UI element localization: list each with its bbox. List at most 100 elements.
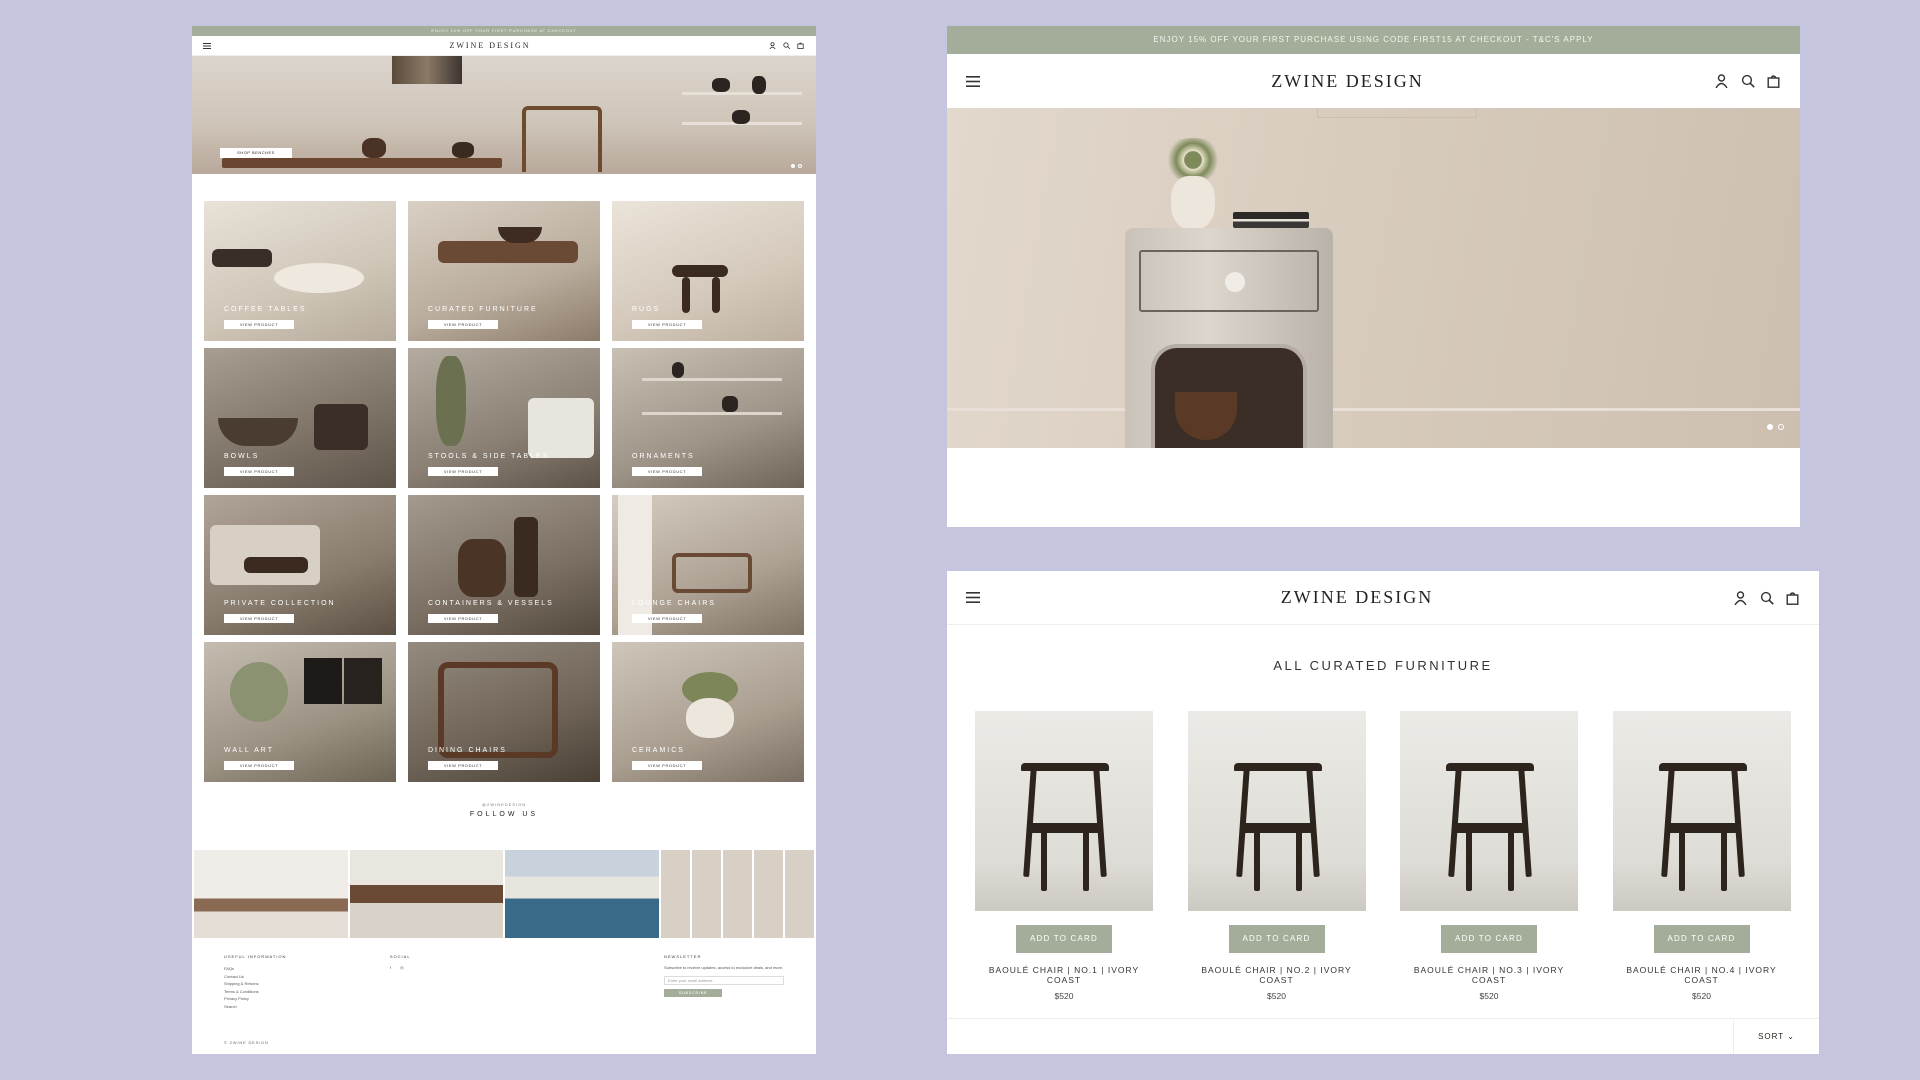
shop-benches-button[interactable]: SHOP BENCHES [220, 148, 292, 158]
view-product-button[interactable]: VIEW PRODUCT [632, 467, 702, 476]
chair-leg [1295, 829, 1302, 891]
wall-art-image [304, 658, 342, 704]
stool-image [452, 142, 474, 158]
footer-link[interactable]: FAQs [224, 965, 286, 973]
user-icon[interactable] [1733, 590, 1749, 606]
product-card[interactable]: ADD TO CARD BAOULÉ CHAIR | NO.1 | IVORY … [975, 711, 1153, 1001]
follow-section: @ZWINEDESIGN FOLLOW US [192, 802, 816, 818]
view-product-button[interactable]: VIEW PRODUCT [224, 761, 294, 770]
category-label: CERAMICS [632, 747, 685, 754]
product-image[interactable] [1612, 711, 1791, 911]
slider-dot[interactable] [798, 164, 802, 168]
add-to-cart-button[interactable]: ADD TO CARD [1228, 925, 1325, 953]
niche-image [1151, 344, 1307, 448]
footer-link[interactable]: Search [224, 1003, 286, 1011]
instagram-post[interactable] [660, 850, 814, 938]
cart-icon[interactable] [1785, 590, 1801, 606]
drawer-knob [1225, 272, 1245, 292]
footer-link[interactable]: Privacy Policy [224, 995, 286, 1003]
footer-link[interactable]: Shipping & Returns [224, 980, 286, 988]
user-icon[interactable] [1714, 73, 1730, 89]
product-price: $520 [1692, 991, 1711, 1001]
category-tile[interactable]: LOUNGE CHAIRS VIEW PRODUCT [612, 495, 804, 635]
view-product-button[interactable]: VIEW PRODUCT [428, 614, 498, 623]
category-tile[interactable]: WALL ART VIEW PRODUCT [204, 642, 396, 782]
promo-bar: ENJOY 10% OFF YOUR FIRST PURCHASE AT CHE… [192, 26, 816, 36]
add-to-cart-button[interactable]: ADD TO CARD [1016, 925, 1112, 953]
footer-link[interactable]: Terms & Conditions [224, 988, 286, 996]
product-name[interactable]: BAOULÉ CHAIR | NO.2 | IVORY COAST [1188, 965, 1366, 985]
site-logo[interactable]: ZWINE DESIGN [449, 41, 530, 50]
menu-icon[interactable] [202, 41, 212, 51]
product-name[interactable]: BAOULÉ CHAIR | NO.4 | IVORY COAST [1613, 965, 1791, 985]
product-image[interactable] [1187, 711, 1366, 911]
bowl-image [1175, 392, 1237, 440]
instagram-post[interactable] [505, 850, 659, 938]
view-product-button[interactable]: VIEW PRODUCT [428, 467, 498, 476]
view-product-button[interactable]: VIEW PRODUCT [632, 761, 702, 770]
view-product-button[interactable]: VIEW PRODUCT [632, 614, 702, 623]
footer-link[interactable]: Contact Us [224, 973, 286, 981]
category-tile[interactable]: DINING CHAIRS VIEW PRODUCT [408, 642, 600, 782]
instagram-post[interactable] [194, 850, 348, 938]
category-tile[interactable]: COFFEE TABLES VIEW PRODUCT [204, 201, 396, 341]
view-product-button[interactable]: VIEW PRODUCT [428, 761, 498, 770]
copyright: © ZWINE DESIGN [224, 1040, 269, 1045]
category-tile[interactable]: BOWLS VIEW PRODUCT [204, 348, 396, 488]
product-image[interactable] [975, 711, 1153, 911]
product-card[interactable]: ADD TO CARD BAOULÉ CHAIR | NO.4 | IVORY … [1612, 711, 1791, 1001]
sort-dropdown[interactable]: SORT ⌄ [1733, 1019, 1819, 1054]
instagram-icon[interactable]: ◎ [400, 965, 404, 970]
vessel-image [752, 76, 766, 94]
chair-leg [1448, 766, 1462, 878]
facebook-icon[interactable]: f [390, 965, 391, 970]
view-product-button[interactable]: VIEW PRODUCT [224, 467, 294, 476]
user-icon[interactable] [768, 41, 778, 51]
menu-icon[interactable] [965, 590, 981, 606]
view-product-button[interactable]: VIEW PRODUCT [224, 320, 294, 329]
slider-dot[interactable] [1767, 424, 1773, 430]
product-image[interactable] [1400, 711, 1578, 911]
plant-image [230, 662, 288, 722]
view-product-button[interactable]: VIEW PRODUCT [224, 614, 294, 623]
newsletter-column: NEWSLETTER Subscribe to receive updates,… [664, 954, 784, 1010]
instagram-post[interactable] [349, 850, 503, 938]
slider-dot[interactable] [791, 164, 795, 168]
menu-icon[interactable] [965, 73, 981, 89]
category-tile[interactable]: CURATED FURNITURE VIEW PRODUCT [408, 201, 600, 341]
category-tile[interactable]: CONTAINERS & VESSELS VIEW PRODUCT [408, 495, 600, 635]
category-tile[interactable]: PRIVATE COLLECTION VIEW PRODUCT [204, 495, 396, 635]
add-to-cart-button[interactable]: ADD TO CARD [1441, 925, 1537, 953]
subscribe-button[interactable]: SUBSCRIBE [664, 989, 722, 997]
add-to-cart-button[interactable]: ADD TO CARD [1653, 925, 1750, 953]
nightstand-image [1125, 228, 1333, 448]
newsletter-email-input[interactable]: Enter your email address [664, 976, 784, 985]
chair-leg [1093, 766, 1107, 878]
category-tile[interactable]: STOOLS & SIDE TABLES VIEW PRODUCT [408, 348, 600, 488]
site-logo[interactable]: ZWINE DESIGN [1281, 587, 1433, 608]
product-card[interactable]: ADD TO CARD BAOULÉ CHAIR | NO.3 | IVORY … [1400, 711, 1578, 1001]
wall-art-image [344, 658, 382, 704]
vessel-image [732, 110, 750, 124]
search-icon[interactable] [1759, 590, 1775, 606]
product-name[interactable]: BAOULÉ CHAIR | NO.3 | IVORY COAST [1400, 965, 1578, 985]
cart-icon[interactable] [1766, 73, 1782, 89]
category-tile[interactable]: CERAMICS VIEW PRODUCT [612, 642, 804, 782]
search-icon[interactable] [782, 41, 792, 51]
product-name[interactable]: BAOULÉ CHAIR | NO.1 | IVORY COAST [975, 965, 1153, 985]
instagram-handle[interactable]: @ZWINEDESIGN [192, 802, 816, 807]
cart-icon[interactable] [796, 41, 806, 51]
wall-art-image [392, 56, 462, 84]
category-label: RUGS [632, 306, 661, 313]
category-label: COFFEE TABLES [224, 306, 307, 313]
search-icon[interactable] [1740, 73, 1756, 89]
slider-dot[interactable] [1778, 424, 1784, 430]
view-product-button[interactable]: VIEW PRODUCT [428, 320, 498, 329]
category-label: LOUNGE CHAIRS [632, 600, 716, 607]
category-tile[interactable]: RUGS VIEW PRODUCT [612, 201, 804, 341]
view-product-button[interactable]: VIEW PRODUCT [632, 320, 702, 329]
slider-dots [1767, 424, 1784, 430]
product-card[interactable]: ADD TO CARD BAOULÉ CHAIR | NO.2 | IVORY … [1187, 711, 1366, 1001]
site-logo[interactable]: ZWINE DESIGN [1271, 71, 1423, 92]
category-tile[interactable]: ORNAMENTS VIEW PRODUCT [612, 348, 804, 488]
